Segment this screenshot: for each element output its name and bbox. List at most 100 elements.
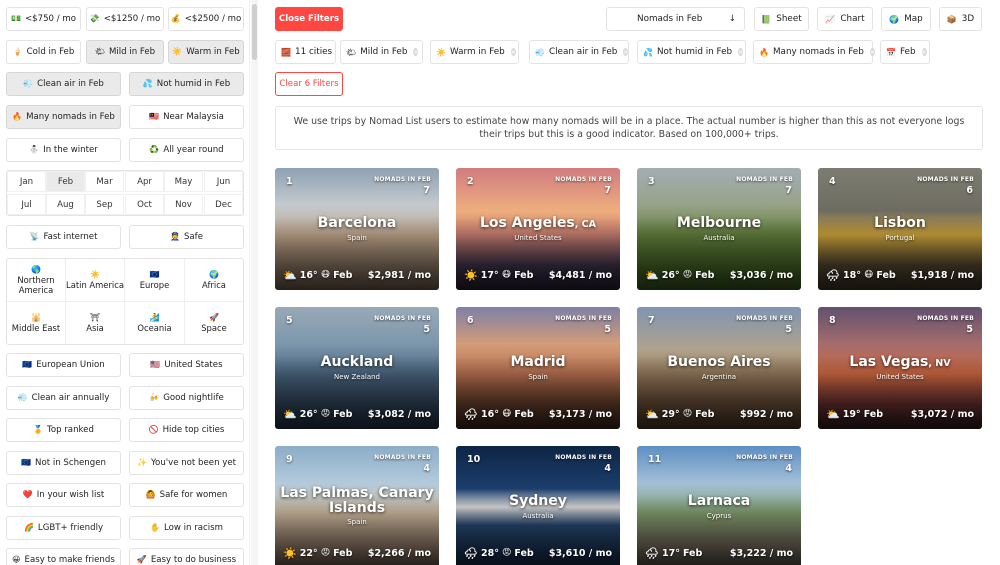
remove-filter-icon[interactable]: ✕ [510,48,516,56]
filter-low-racism[interactable]: ✋ Low in racism [129,516,244,540]
city-card[interactable]: 9 NOMADS IN FEB 4 Las Palmas, Canary Island… [275,446,439,565]
police-icon: 👮 [169,232,180,241]
filter-good-nightlife[interactable]: 🍻 Good nightlife [129,386,244,410]
filter-near[interactable]: 🇲🇾 Near Malaysia [129,105,244,129]
scrollbar-thumb[interactable] [252,4,257,60]
filter-warm[interactable]: ☀️ Warm in Feb [168,40,244,64]
sparkles-icon: ✨ [136,458,147,467]
close-filters-button[interactable]: Close Filters [275,7,343,31]
city-rank: 11 [648,454,662,465]
sheet-view-button[interactable]: 📗 Sheet [754,7,809,31]
city-card[interactable]: 10 NOMADS IN FEB 4 Sydney Australia 🌧 28° 😡 Feb $… [456,446,620,565]
active-filter-not-humid[interactable]: 💦 Not humid in Feb ✕ [637,40,746,64]
city-name-text: Las Vegas [849,354,929,370]
sun-icon: ☀️ [90,269,100,279]
region-europe[interactable]: 🇪🇺 Europe [125,259,185,302]
month-nov[interactable]: Nov [164,194,203,215]
remove-filter-icon[interactable]: ✕ [869,48,875,56]
month-dec[interactable]: Dec [204,194,243,215]
filter-cost-2500[interactable]: 💰 <$2500 / mo [168,7,244,31]
filter-european-union[interactable]: 🇪🇺 European Union [6,353,121,377]
active-filter-mild[interactable]: 🌤 Mild in Feb ✕ [340,40,423,64]
region-oceania[interactable]: 🏄 Oceania [125,302,185,344]
temperature: 16° [299,269,318,281]
city-card[interactable]: 5 NOMADS IN FEB 5 Auckland New Zealand ⛅ 26° 😡 F… [275,307,439,429]
city-card[interactable]: 7 NOMADS IN FEB 5 Buenos Aires Argentina ⛅ 29°… [637,307,801,429]
month-feb[interactable]: Feb [46,171,85,192]
filter-safe-for-women[interactable]: 🙆 Safe for women [129,483,244,507]
city-state-text: CA [581,219,596,230]
month-oct[interactable]: Oct [125,194,164,215]
globe-icon: 🌍 [889,14,900,24]
sidebar-scrollbar[interactable] [251,0,258,565]
region-middle-east[interactable]: 🕌 Middle East [7,302,66,344]
region-asia[interactable]: ⛩ Asia [66,302,125,344]
city-card[interactable]: 8 NOMADS IN FEB 5 Las Vegas, NV United State… [818,307,982,429]
active-filter-month[interactable]: 📅 Feb ✕ [880,40,930,64]
month-jan[interactable]: Jan [7,171,46,192]
filter-in-winter[interactable]: ⛄ In the winter [6,138,121,162]
city-state-text: NV [935,358,951,369]
us-flag-icon: 🇺🇸 [150,360,161,369]
remove-filter-icon[interactable]: ✕ [921,48,927,56]
weather-icon: ☀️ [283,546,297,560]
filter-safe[interactable]: 👮 Safe [129,225,244,249]
filter-fast-internet[interactable]: 📡 Fast internet [6,225,121,249]
city-country: Australia [703,234,735,242]
filter-cost-750[interactable]: 💵 <$750 / mo [6,7,81,31]
map-view-button[interactable]: 🌍 Map [881,7,931,31]
remove-filter-icon[interactable]: ✕ [623,48,629,56]
filter-not-humid[interactable]: 💦 Not humid in Feb [129,72,244,96]
filter-easy-make-friends[interactable]: 😀 Easy to make friends [6,548,121,565]
city-card[interactable]: 1 NOMADS IN FEB 7 Barcelona Spain ⛅ 16° 😷 Feb $2,… [275,168,439,290]
city-card[interactable]: 3 NOMADS IN FEB 7 Melbourne Australia ⛅ 26° 😡 Fe… [637,168,801,290]
filter-many-nomads[interactable]: 🔥 Many nomads in Feb [6,105,121,129]
filter-clean-air-annually[interactable]: 💨 Clean air annually [6,386,121,410]
air-quality-icon: 😷 [863,270,874,280]
filter-lgbt-friendly[interactable]: 🌈 LGBT+ friendly [6,516,121,540]
sort-select[interactable]: Nomads in Feb ↓ [606,7,745,31]
active-filter-clean-air[interactable]: 💨 Clean air in Feb ✕ [529,40,629,64]
filter-top-ranked[interactable]: 🏅 Top ranked [6,418,121,442]
filter-cost-1250[interactable]: 💸 <$1250 / mo [86,7,164,31]
clear-filters-button[interactable]: Clear 6 Filters [275,72,343,96]
month-jun[interactable]: Jun [204,171,243,192]
remove-filter-icon[interactable]: ✕ [413,48,419,56]
city-card[interactable]: 4 NOMADS IN FEB 6 Lisbon Portugal 🌧 18° 😷 Feb $1,… [818,168,982,290]
chart-view-button[interactable]: 📈 Chart [817,7,873,31]
snowman-icon: ⛄ [29,145,40,154]
region-space[interactable]: 🚀 Space [185,302,243,344]
filter-not-been-yet[interactable]: ✨ You've not been yet [129,451,244,475]
month-sep[interactable]: Sep [85,194,124,215]
region-africa[interactable]: 🌍 Africa [185,259,243,302]
filter-easy-business[interactable]: 🚀 Easy to do business [129,548,244,565]
filter-cold[interactable]: 🍦 Cold in Feb [6,40,81,64]
filter-not-in-schengen[interactable]: 🇪🇺 Not in Schengen [6,451,121,475]
filter-hide-top-cities[interactable]: 🚫 Hide top cities [129,418,244,442]
filter-wish-list[interactable]: ❤️ In your wish list [6,483,121,507]
filter-united-states[interactable]: 🇺🇸 United States [129,353,244,377]
month-mar[interactable]: Mar [85,171,124,192]
nomads-label: NOMADS IN FEB [736,315,793,322]
sort-direction-icon[interactable]: ↓ [729,14,736,24]
active-filter-warm[interactable]: ☀️ Warm in Feb ✕ [430,40,519,64]
month-aug[interactable]: Aug [46,194,85,215]
active-filter-many-nomads[interactable]: 🔥 Many nomads in Feb ✕ [753,40,875,64]
card-stats: ☀️ 17° 😷 Feb $4,481 / mo [464,268,612,282]
filter-mild[interactable]: 🌤 Mild in Feb [86,40,164,64]
month-may[interactable]: May [164,171,203,192]
filter-all-year[interactable]: ♻️ All year round [129,138,244,162]
month-jul[interactable]: Jul [7,194,46,215]
region-latin-america[interactable]: ☀️ Latin America [66,259,125,302]
sun-icon: ☀️ [172,47,183,56]
remove-filter-icon[interactable]: ✕ [738,48,744,56]
city-card[interactable]: 6 NOMADS IN FEB 5 Madrid Spain 🌧 16° 😷 Feb $3,173… [456,307,620,429]
month-apr[interactable]: Apr [125,171,164,192]
region-northern-america[interactable]: 🌎 Northern America [7,259,66,302]
city-card[interactable]: 2 NOMADS IN FEB 7 Los Angeles, CA United Sta… [456,168,620,290]
filter-clean-air[interactable]: 💨 Clean air in Feb [6,72,121,96]
3d-view-button[interactable]: 📦 3D [939,7,982,31]
air-quality-icon: 😡 [320,548,331,558]
city-card[interactable]: 11 NOMADS IN FEB 4 Larnaca Cyprus 🌧 17° Feb $3,2… [637,446,801,565]
weather-icon: 🌧 [645,546,659,560]
